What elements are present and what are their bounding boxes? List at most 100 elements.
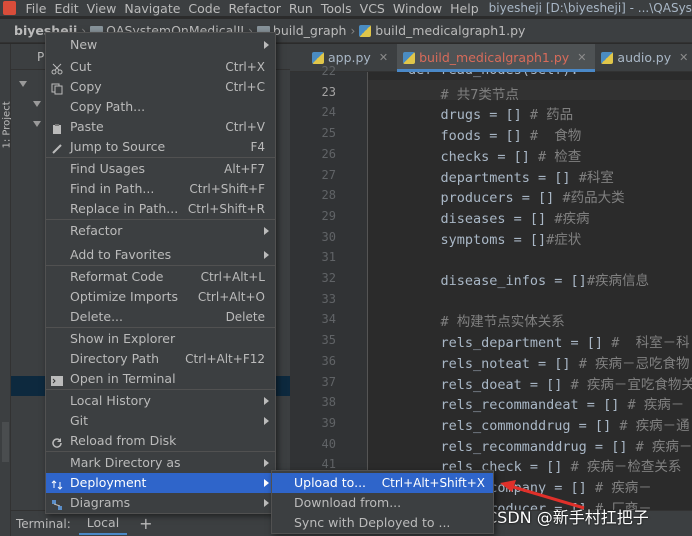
line-number: 33 <box>321 291 336 306</box>
context-menu-item-reload-from-disk[interactable]: Reload from Disk <box>46 431 275 451</box>
tab-build-medicalgraph1-py[interactable]: build_medicalgraph1.py ✕ <box>397 43 596 72</box>
submenu-item-sync-with-deployed-to[interactable]: Sync with Deployed to ... <box>272 513 493 533</box>
menu-help[interactable]: Help <box>446 1 483 16</box>
context-menu-item-diagrams[interactable]: Diagrams <box>46 493 275 513</box>
menu-refactor[interactable]: Refactor <box>224 1 284 16</box>
menu-separator <box>46 327 275 328</box>
context-menu-item-copy-path[interactable]: Copy Path... <box>46 97 275 117</box>
line-number: 26 <box>321 146 336 161</box>
code-line: rels_commonddrug = [] # 疾病－通 <box>368 414 690 434</box>
line-number: 23 <box>321 84 336 99</box>
code-line: # 共7类节点 <box>368 83 519 103</box>
menu-run[interactable]: Run <box>285 1 317 16</box>
menu-item-label: Refactor <box>70 223 123 238</box>
menu-item-label: Reload from Disk <box>70 433 177 448</box>
close-icon[interactable]: ✕ <box>679 51 688 64</box>
context-menu-item-find-usages[interactable]: Find Usages Alt+F7 <box>46 159 275 179</box>
menu-vcs[interactable]: VCS <box>356 1 389 16</box>
close-icon[interactable]: ✕ <box>577 51 586 64</box>
expand-icon[interactable] <box>19 81 27 87</box>
menu-item-label: Copy <box>70 79 102 94</box>
context-menu-item-find-in-path[interactable]: Find in Path... Ctrl+Shift+F <box>46 179 275 199</box>
code-comment: # 共7类节点 <box>440 86 519 103</box>
context-menu-item-local-history[interactable]: Local History <box>46 391 275 411</box>
context-menu-item-directory-path[interactable]: Directory Path Ctrl+Alt+F12 <box>46 349 275 369</box>
menu-item-label: Delete... <box>70 309 123 324</box>
close-icon[interactable]: ✕ <box>379 51 388 64</box>
context-menu-item-add-to-favorites[interactable]: Add to Favorites <box>46 245 275 265</box>
context-menu-item-new[interactable]: New <box>46 35 275 55</box>
submenu-item-upload-to[interactable]: Upload to... Ctrl+Alt+Shift+X <box>272 473 493 493</box>
code-comment: # 疾病－通 <box>619 417 690 434</box>
line-number: 24 <box>321 105 336 120</box>
submenu-item-download-from[interactable]: Download from... <box>272 493 493 513</box>
context-menu-item-jump-to-source[interactable]: Jump to Source F4 <box>46 137 275 157</box>
code-editor[interactable]: def read_nodes(self): # 共7类节点 drugs = []… <box>368 72 692 510</box>
submenu-arrow-icon <box>264 479 269 487</box>
terminal-tab-local[interactable]: Local <box>78 513 128 535</box>
menu-file[interactable]: File <box>22 1 51 16</box>
menu-window[interactable]: Window <box>389 1 446 16</box>
submenu-arrow-icon <box>264 417 269 425</box>
code-comment: # 疾病－ <box>635 438 692 455</box>
menu-view[interactable]: View <box>83 1 121 16</box>
menu-item-label: Optimize Imports <box>70 289 179 304</box>
terminal-icon <box>51 373 63 386</box>
menu-item-shortcut: Ctrl+Shift+F <box>189 182 265 196</box>
code-comment: #疾病信息 <box>586 273 649 289</box>
menu-item-label: Open in Terminal <box>70 371 176 386</box>
code-line: foods = [] # 食物 <box>368 124 582 144</box>
menu-tools[interactable]: Tools <box>317 1 356 16</box>
line-number-gutter: 22 23 24 25 26 27 28 29 30 31 32 33 34 35 36 37 38 39 40 41… <box>290 64 368 513</box>
menu-item-shortcut: Alt+F7 <box>224 162 265 176</box>
submenu-arrow-icon <box>264 499 269 507</box>
context-menu-item-paste[interactable]: Paste Ctrl+V <box>46 117 275 137</box>
python-file-icon <box>403 51 416 64</box>
context-menu-item-reformat-code[interactable]: Reformat Code Ctrl+Alt+L <box>46 267 275 287</box>
tab-label: audio.py <box>617 50 672 65</box>
context-menu-item-replace-in-path[interactable]: Replace in Path... Ctrl+Shift+R <box>46 199 275 219</box>
structure-tool-button[interactable] <box>2 422 9 462</box>
code-text: rels_recommanddrug = [] <box>408 438 636 455</box>
context-menu-item-optimize-imports[interactable]: Optimize Imports Ctrl+Alt+O <box>46 287 275 307</box>
context-menu-item-mark-directory-as[interactable]: Mark Directory as <box>46 453 275 473</box>
code-comment: # 药品 <box>529 107 574 124</box>
context-menu-item-refactor[interactable]: Refactor <box>46 221 275 241</box>
deployment-submenu: Upload to... Ctrl+Alt+Shift+X Download fro… <box>271 470 494 534</box>
code-text: rels_commonddrug = [] <box>408 417 620 434</box>
app-logo-icon <box>3 1 16 15</box>
code-comment: # 科室－科 <box>611 335 690 352</box>
expand-icon[interactable] <box>33 121 41 127</box>
submenu-arrow-icon <box>264 459 269 467</box>
line-number: 25 <box>321 126 336 141</box>
tab-label: build_medicalgraph1.py <box>419 50 570 65</box>
submenu-item-label: Download from... <box>294 495 402 510</box>
code-line: rels_recommanddrug = [] # 疾病－ <box>368 435 692 455</box>
code-comment: # 疾病－检查关系 <box>570 459 682 476</box>
code-text: rels_noteat = [] <box>408 355 579 372</box>
expand-icon[interactable] <box>33 101 41 107</box>
add-terminal-icon[interactable]: + <box>139 514 152 533</box>
code-comment: # 检查 <box>538 148 582 165</box>
context-menu-item-open-in-terminal[interactable]: Open in Terminal <box>46 369 275 389</box>
menu-item-label: Find in Path... <box>70 181 155 196</box>
tab-audio-py[interactable]: audio.py ✕ <box>595 44 692 72</box>
context-menu-item-git[interactable]: Git <box>46 411 275 431</box>
line-number: 40 <box>321 436 336 451</box>
menu-item-label: Paste <box>70 119 104 134</box>
context-menu-item-delete[interactable]: Delete... Delete <box>46 307 275 327</box>
context-menu-item-copy[interactable]: Copy Ctrl+C <box>46 77 275 97</box>
menu-separator <box>46 389 275 390</box>
line-number: 37 <box>321 374 336 389</box>
code-text: producers = [] <box>408 190 563 207</box>
menu-navigate[interactable]: Navigate <box>120 1 184 16</box>
context-menu-item-deployment[interactable]: Deployment <box>46 473 275 493</box>
menu-code[interactable]: Code <box>184 1 224 16</box>
context-menu-item-cut[interactable]: Cut Ctrl+X <box>46 57 275 77</box>
window-title: biyesheji [D:\biyesheji] - ...\QASystem <box>488 1 692 15</box>
breadcrumb-subfolder[interactable]: build_graph <box>273 23 347 38</box>
breadcrumb-file[interactable]: build_medicalgraph1.py <box>375 23 525 38</box>
context-menu-item-show-in-explorer[interactable]: Show in Explorer <box>46 329 275 349</box>
menu-edit[interactable]: Edit <box>50 1 82 16</box>
tab-label: app.py <box>328 50 371 65</box>
